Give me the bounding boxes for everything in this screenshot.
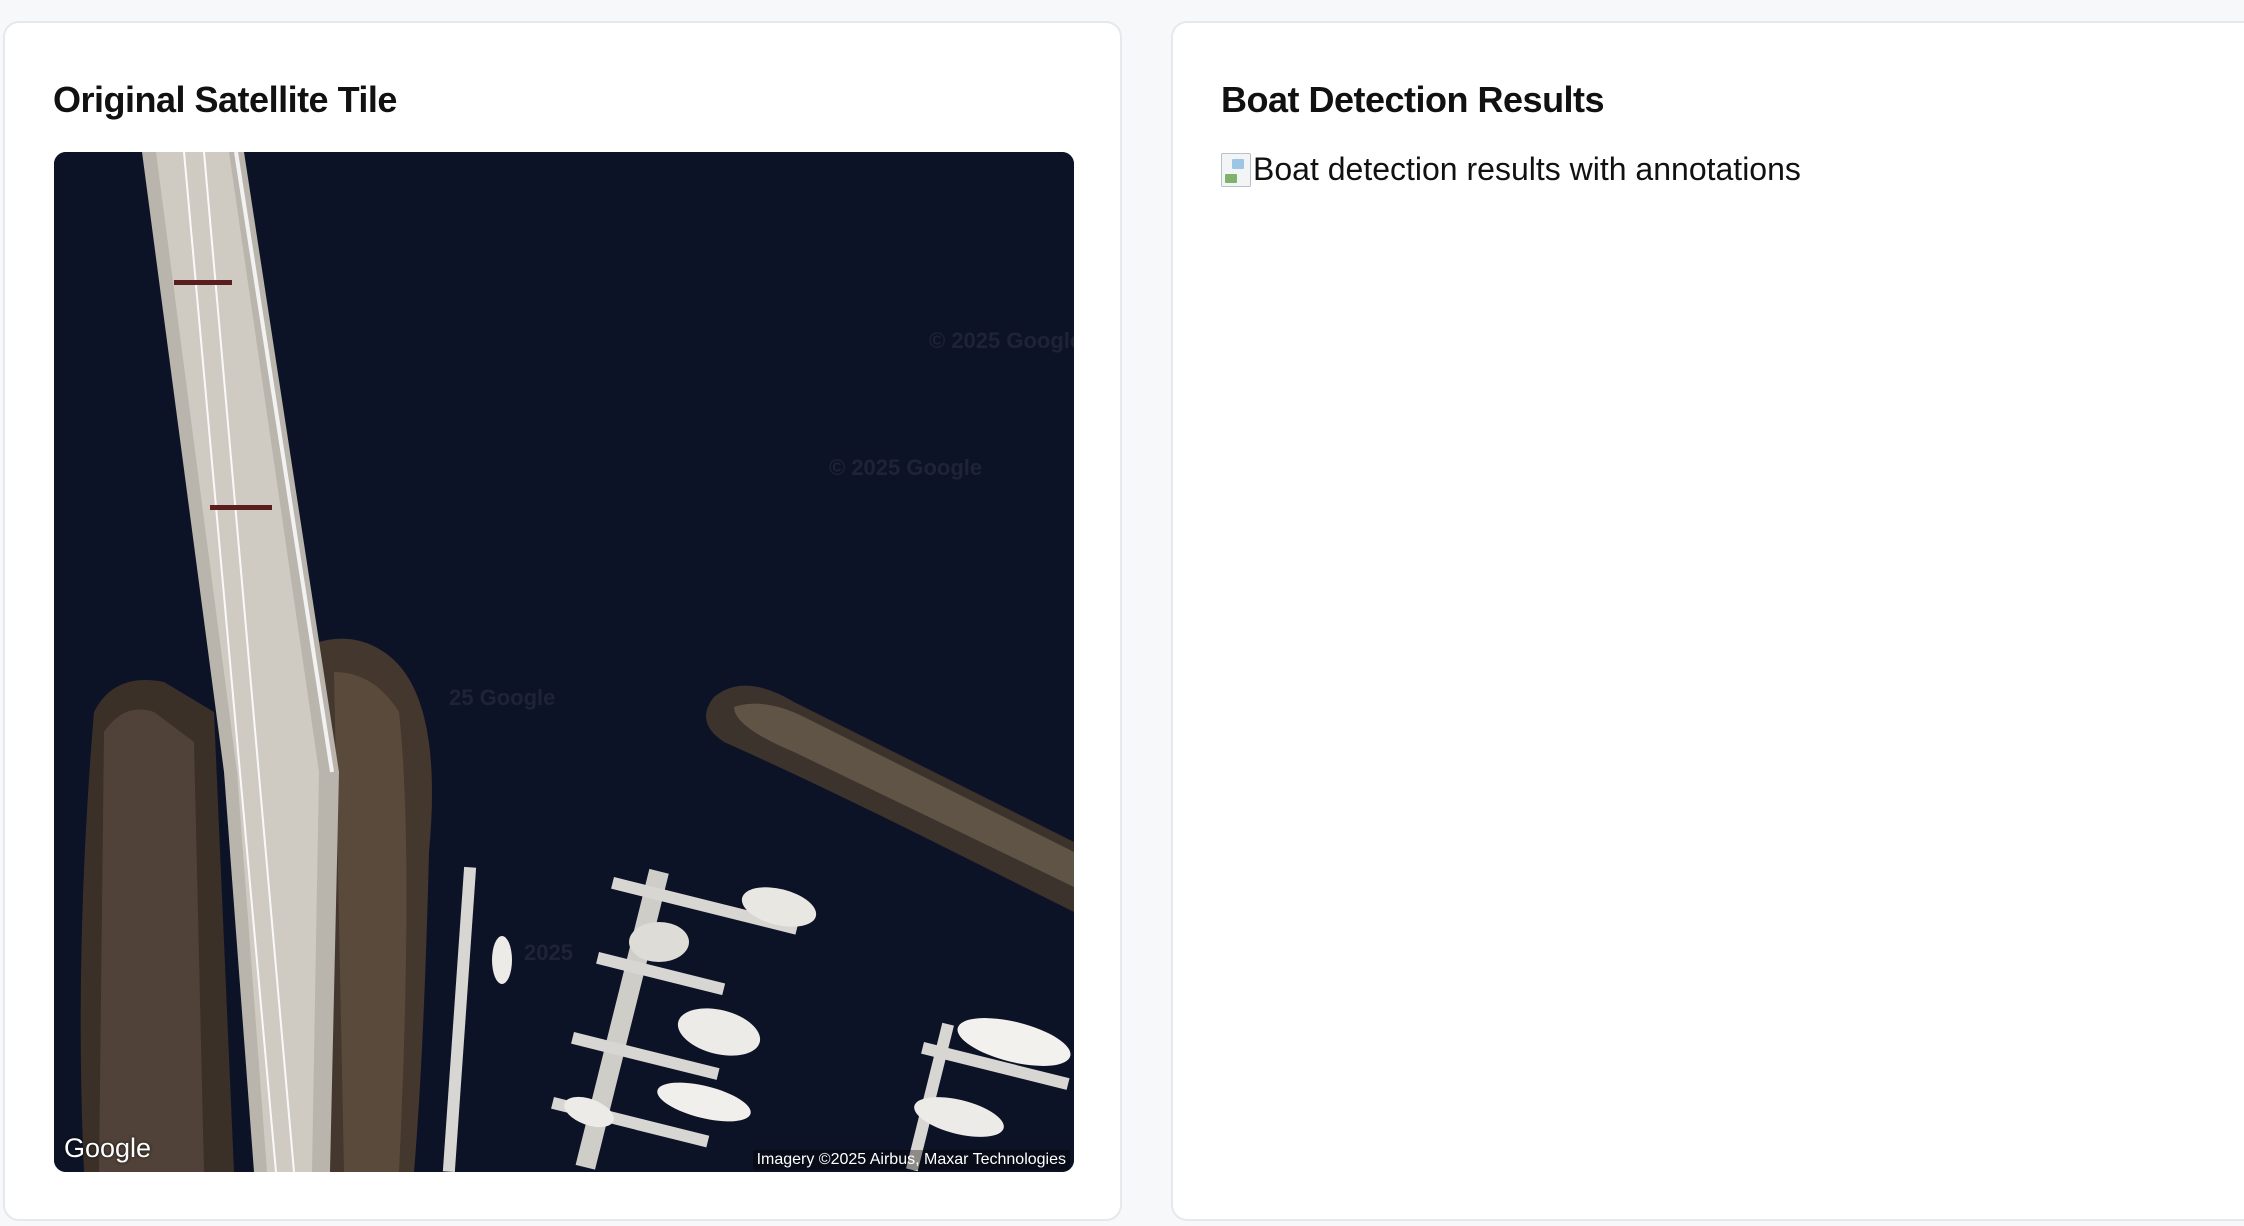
watermark: 25 Google [449,685,555,710]
imagery-attribution: Imagery ©2025 Airbus, Maxar Technologies [752,1150,1070,1170]
original-tile-card: Original Satellite Tile © 2025 Google © … [3,21,1122,1221]
detection-results-title: Boat Detection Results [1221,79,1605,120]
broken-image-icon [1221,152,1251,187]
detection-results-image: Boat detection results with annotations [1221,151,1801,188]
watermark: © 2025 Google [929,328,1074,353]
detection-results-card: Boat Detection Results Boat detection re… [1171,21,2244,1221]
satellite-tile-image: © 2025 Google © 2025 Google 25 Google 20… [54,152,1074,1172]
google-logo: Google [64,1133,152,1163]
original-tile-title: Original Satellite Tile [53,79,397,120]
image-alt-text: Boat detection results with annotations [1253,151,1801,187]
watermark: © 2025 Google [829,455,982,480]
watermark: 2025 [524,940,573,965]
